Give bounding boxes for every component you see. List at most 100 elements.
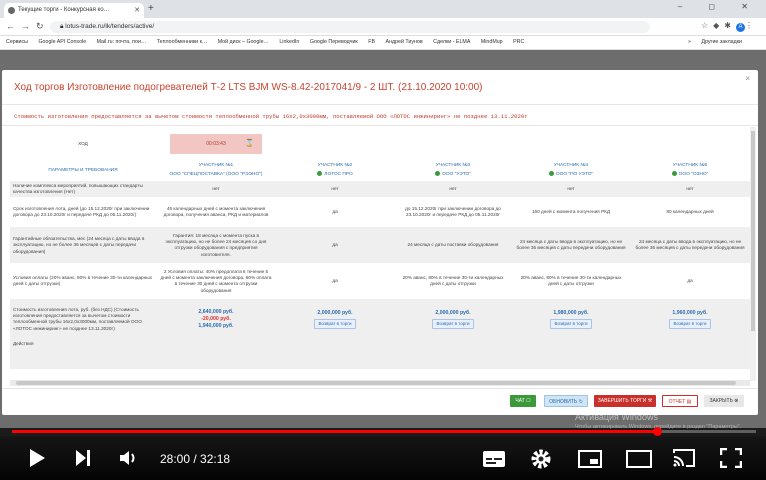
bookmark-item[interactable]: Mail.ru: почта, пои… [97,39,147,45]
bookmark-item[interactable]: Сервисы [6,39,28,45]
table-row: Условия оплаты (20% аванс, 80% в течение… [10,263,750,299]
video-progress-bar[interactable] [12,427,756,436]
extensions-area[interactable]: ☆◆✱ A ⋮ [701,21,758,32]
participant-label: УЧАСТНИК №4 [553,163,589,168]
bookmarks-more[interactable]: » [688,39,691,45]
return-to-bidding-button[interactable]: Возврат в торги [668,318,712,329]
price-cell: 2,640,000 руб. -20,000 руб. 1,940,000 ру… [156,299,276,340]
param-cell: Условия оплаты (20% аванс, 80% в течение… [13,275,152,287]
participant-name: ООО "ОЗНО" [678,172,709,178]
price-cell: 2,000,000 руб. Возврат в торги [394,299,512,340]
return-to-bidding-button[interactable]: Возврат в торги [313,318,357,329]
finish-bidding-button[interactable]: ЗАВЕРШИТЬ ТОРГИ ⚒ [594,395,656,407]
theater-mode-icon[interactable] [626,450,652,473]
scroll-thumb[interactable] [751,131,755,331]
settings-gear-icon[interactable] [530,448,552,475]
value-cell: нет [394,180,512,198]
bookmark-item[interactable]: Андрей Тиунов [386,39,423,45]
refresh-label: ОБНОВИТЬ [549,399,578,405]
value-cell: 20% аванс, 80% в течение 30-ти календарн… [520,275,622,287]
url-text: lotus-trade.ru/lk/tenders/active/ [65,23,155,30]
participant-label: УЧАСТНИК №2 [317,163,353,168]
refresh-button[interactable]: ОБНОВИТЬ ↻ [544,395,588,407]
participant-header: УЧАСТНИК №5 ООО "ОЗНО" [630,161,750,181]
bookmark-item[interactable]: PRC [513,39,524,45]
video-frame: Текущие торги - Конкурсная ко… ✕ + – ◻ ✕… [0,0,766,480]
extension-icon[interactable]: ◆ [713,21,724,30]
bookmark-item[interactable]: Google API Console [38,39,86,45]
new-tab-button[interactable]: + [148,3,154,14]
scroll-thumb[interactable] [16,381,736,385]
progress-scrubber[interactable] [653,427,662,436]
browser-tab[interactable]: Текущие торги - Конкурсная ко… ✕ [4,3,144,18]
horizontal-scrollbar[interactable] [10,380,750,386]
close-button[interactable]: ЗАКРЫТЬ ⊗ [704,395,744,407]
puzzle-icon[interactable]: ✱ [724,21,736,30]
miniplayer-icon[interactable] [578,450,602,473]
star-icon[interactable]: ☆ [701,21,713,30]
address-bar-row: ←→↻ 🔒︎ lotus-trade.ru/lk/tenders/active/… [0,18,766,36]
url-field[interactable]: 🔒︎ lotus-trade.ru/lk/tenders/active/ [50,21,650,33]
next-icon[interactable] [74,448,92,473]
value-cell: 24 месяца с даты поставки оборудования [394,227,512,264]
bookmark-item[interactable]: MindMup [481,39,503,45]
value-cell: 24 месяца с даты ввода в эксплуатацию, н… [512,227,630,264]
subtitles-icon[interactable] [482,450,506,473]
other-bookmarks[interactable]: » Другие закладки [687,39,751,45]
cast-icon[interactable] [672,448,696,473]
table-row: Гарантийные обязательства, мес (24 месяц… [10,227,750,264]
window-controls[interactable]: – ◻ ✕ [678,2,760,11]
value-cell: 24 месяца с даты ввода в эксплуатацию, н… [630,227,750,264]
vertical-scrollbar[interactable] [750,127,756,381]
participant-header: УЧАСТНИК №2 ЛОТОС ПРО [276,161,394,181]
price-value: 1,980,000 руб. [553,309,589,316]
bookmark-item[interactable]: Сделки - ELMA [433,39,470,45]
hod-label: ХОД [78,140,88,146]
report-button[interactable]: ОТЧЕТ ▤ [662,395,698,407]
document-icon: ▤ [686,399,692,405]
online-status-icon [435,171,441,177]
reload-icon[interactable]: ↻ [36,21,50,31]
title-main: Изготовление подогревателей Т-2 LTS BJM … [67,82,483,93]
windows-activation-watermark: Активация Windows [575,412,658,422]
close-tab-icon[interactable]: ✕ [134,6,140,14]
bookmark-item[interactable]: Теплообменники к… [157,39,207,45]
table-row: Срок изготовления лота, дней (до 15.12.2… [10,197,750,227]
chat-button[interactable]: ЧАТ ☐ [510,395,536,407]
browser-tab-bar: Текущие торги - Конкурсная ко… ✕ + – ◻ ✕ [0,0,766,18]
price-discount: -20,000 руб. [201,315,231,322]
bookmark-item[interactable]: LinkedIn [279,39,299,45]
param-cell: Наличие комплекса мероприятий, повышающи… [10,180,156,198]
price-base: 2,640,000 руб. [198,308,234,315]
menu-icon[interactable]: ⋮ [745,21,758,30]
back-icon[interactable]: ← [6,21,21,31]
price-cell: 1,960,000 руб. Возврат в торги [630,299,750,340]
bookmark-item[interactable]: FB [368,39,375,45]
bookmark-item[interactable]: Мой диск – Google… [218,39,269,45]
forward-icon[interactable]: → [21,21,36,31]
participant-header: УЧАСТНИК №1 ООО "СПЕЦПОСТАВКА" (ООО "РЭЭН… [156,161,276,181]
participant-label: УЧАСТНИК №3 [435,163,471,168]
value-cell: да [332,209,338,215]
player-controls: 28:00 / 32:18 [0,436,766,480]
tab-title: Текущие торги - Конкурсная ко… [18,7,110,13]
close-icon[interactable]: × [745,74,750,83]
nav-buttons[interactable]: ←→↻ [6,21,50,32]
value-cell: да [687,278,693,284]
bids-table-container[interactable]: ХОД 00:03:43 ⌛ ПАРАМЕТРЫ И ТРЕБОВАНИЯ УЧА… [10,127,750,381]
value-cell: да [276,227,394,264]
price-total: 1,940,000 руб. [198,322,234,329]
value-cell: нет [156,180,276,198]
bookmark-item[interactable]: Google Переводчик [310,39,358,45]
value-cell: 80 календарных дней [666,209,714,215]
finish-label: ЗАВЕРШИТЬ ТОРГИ [597,398,647,404]
avatar[interactable]: A [736,23,745,32]
volume-icon[interactable] [118,448,140,473]
return-to-bidding-button[interactable]: Возврат в торги [431,318,475,329]
fullscreen-icon[interactable] [719,447,743,473]
title-prefix: Ход торгов [14,82,68,93]
return-to-bidding-button[interactable]: Возврат в торги [549,318,593,329]
value-cell: нет [630,180,750,198]
price-value: 2,000,000 руб. [317,309,353,316]
play-icon[interactable] [28,448,46,473]
